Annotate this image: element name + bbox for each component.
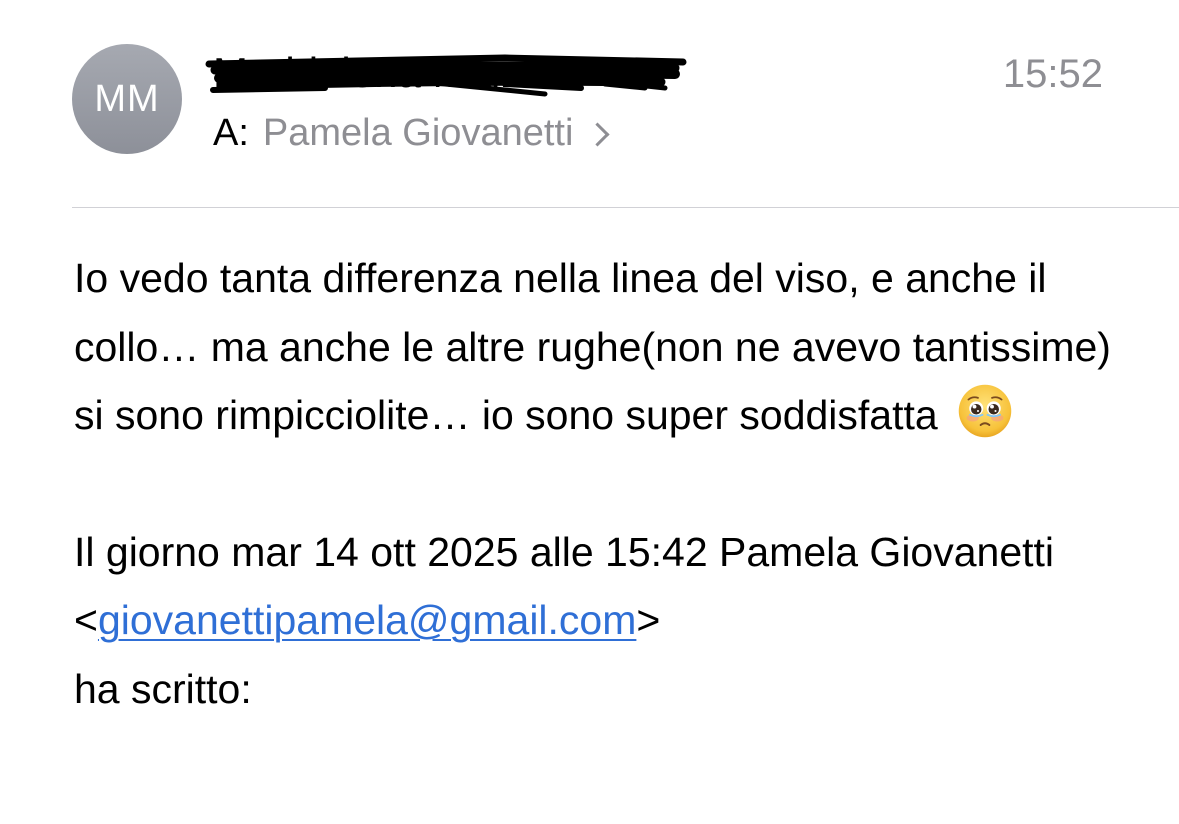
header-divider [72, 207, 1179, 208]
quote-email-link[interactable]: giovanettipamela@gmail.com [98, 597, 636, 643]
recipient-row[interactable]: A: Pamela Giovanetti [213, 108, 610, 158]
message-body: Io vedo tanta differenza nella linea del… [74, 244, 1134, 723]
quote-wrote: ha scritto: [74, 665, 252, 712]
message-text: Io vedo tanta differenza nella linea del… [74, 255, 1111, 438]
recipient-name[interactable]: Pamela Giovanetti [263, 112, 574, 155]
quote-header: Il giorno mar 14 ott 2025 alle 15:42 Pam… [74, 518, 1134, 724]
recipient-label: A: [213, 111, 249, 154]
quote-suffix: > [636, 597, 661, 643]
sender-block[interactable]: Maddalena Maini [205, 46, 713, 100]
avatar-initials: MM [94, 77, 160, 120]
chevron-right-icon[interactable] [585, 121, 610, 147]
message-header: MM Maddalena Maini 15:52 A: Pamela Giova… [0, 0, 1179, 210]
received-time: 15:52 [1002, 52, 1103, 96]
pleading-face-icon [958, 384, 1012, 438]
sender-name[interactable]: Maddalena Maini [213, 46, 713, 100]
sender-avatar[interactable]: MM [72, 44, 182, 154]
message-paragraph: Io vedo tanta differenza nella linea del… [74, 244, 1134, 450]
